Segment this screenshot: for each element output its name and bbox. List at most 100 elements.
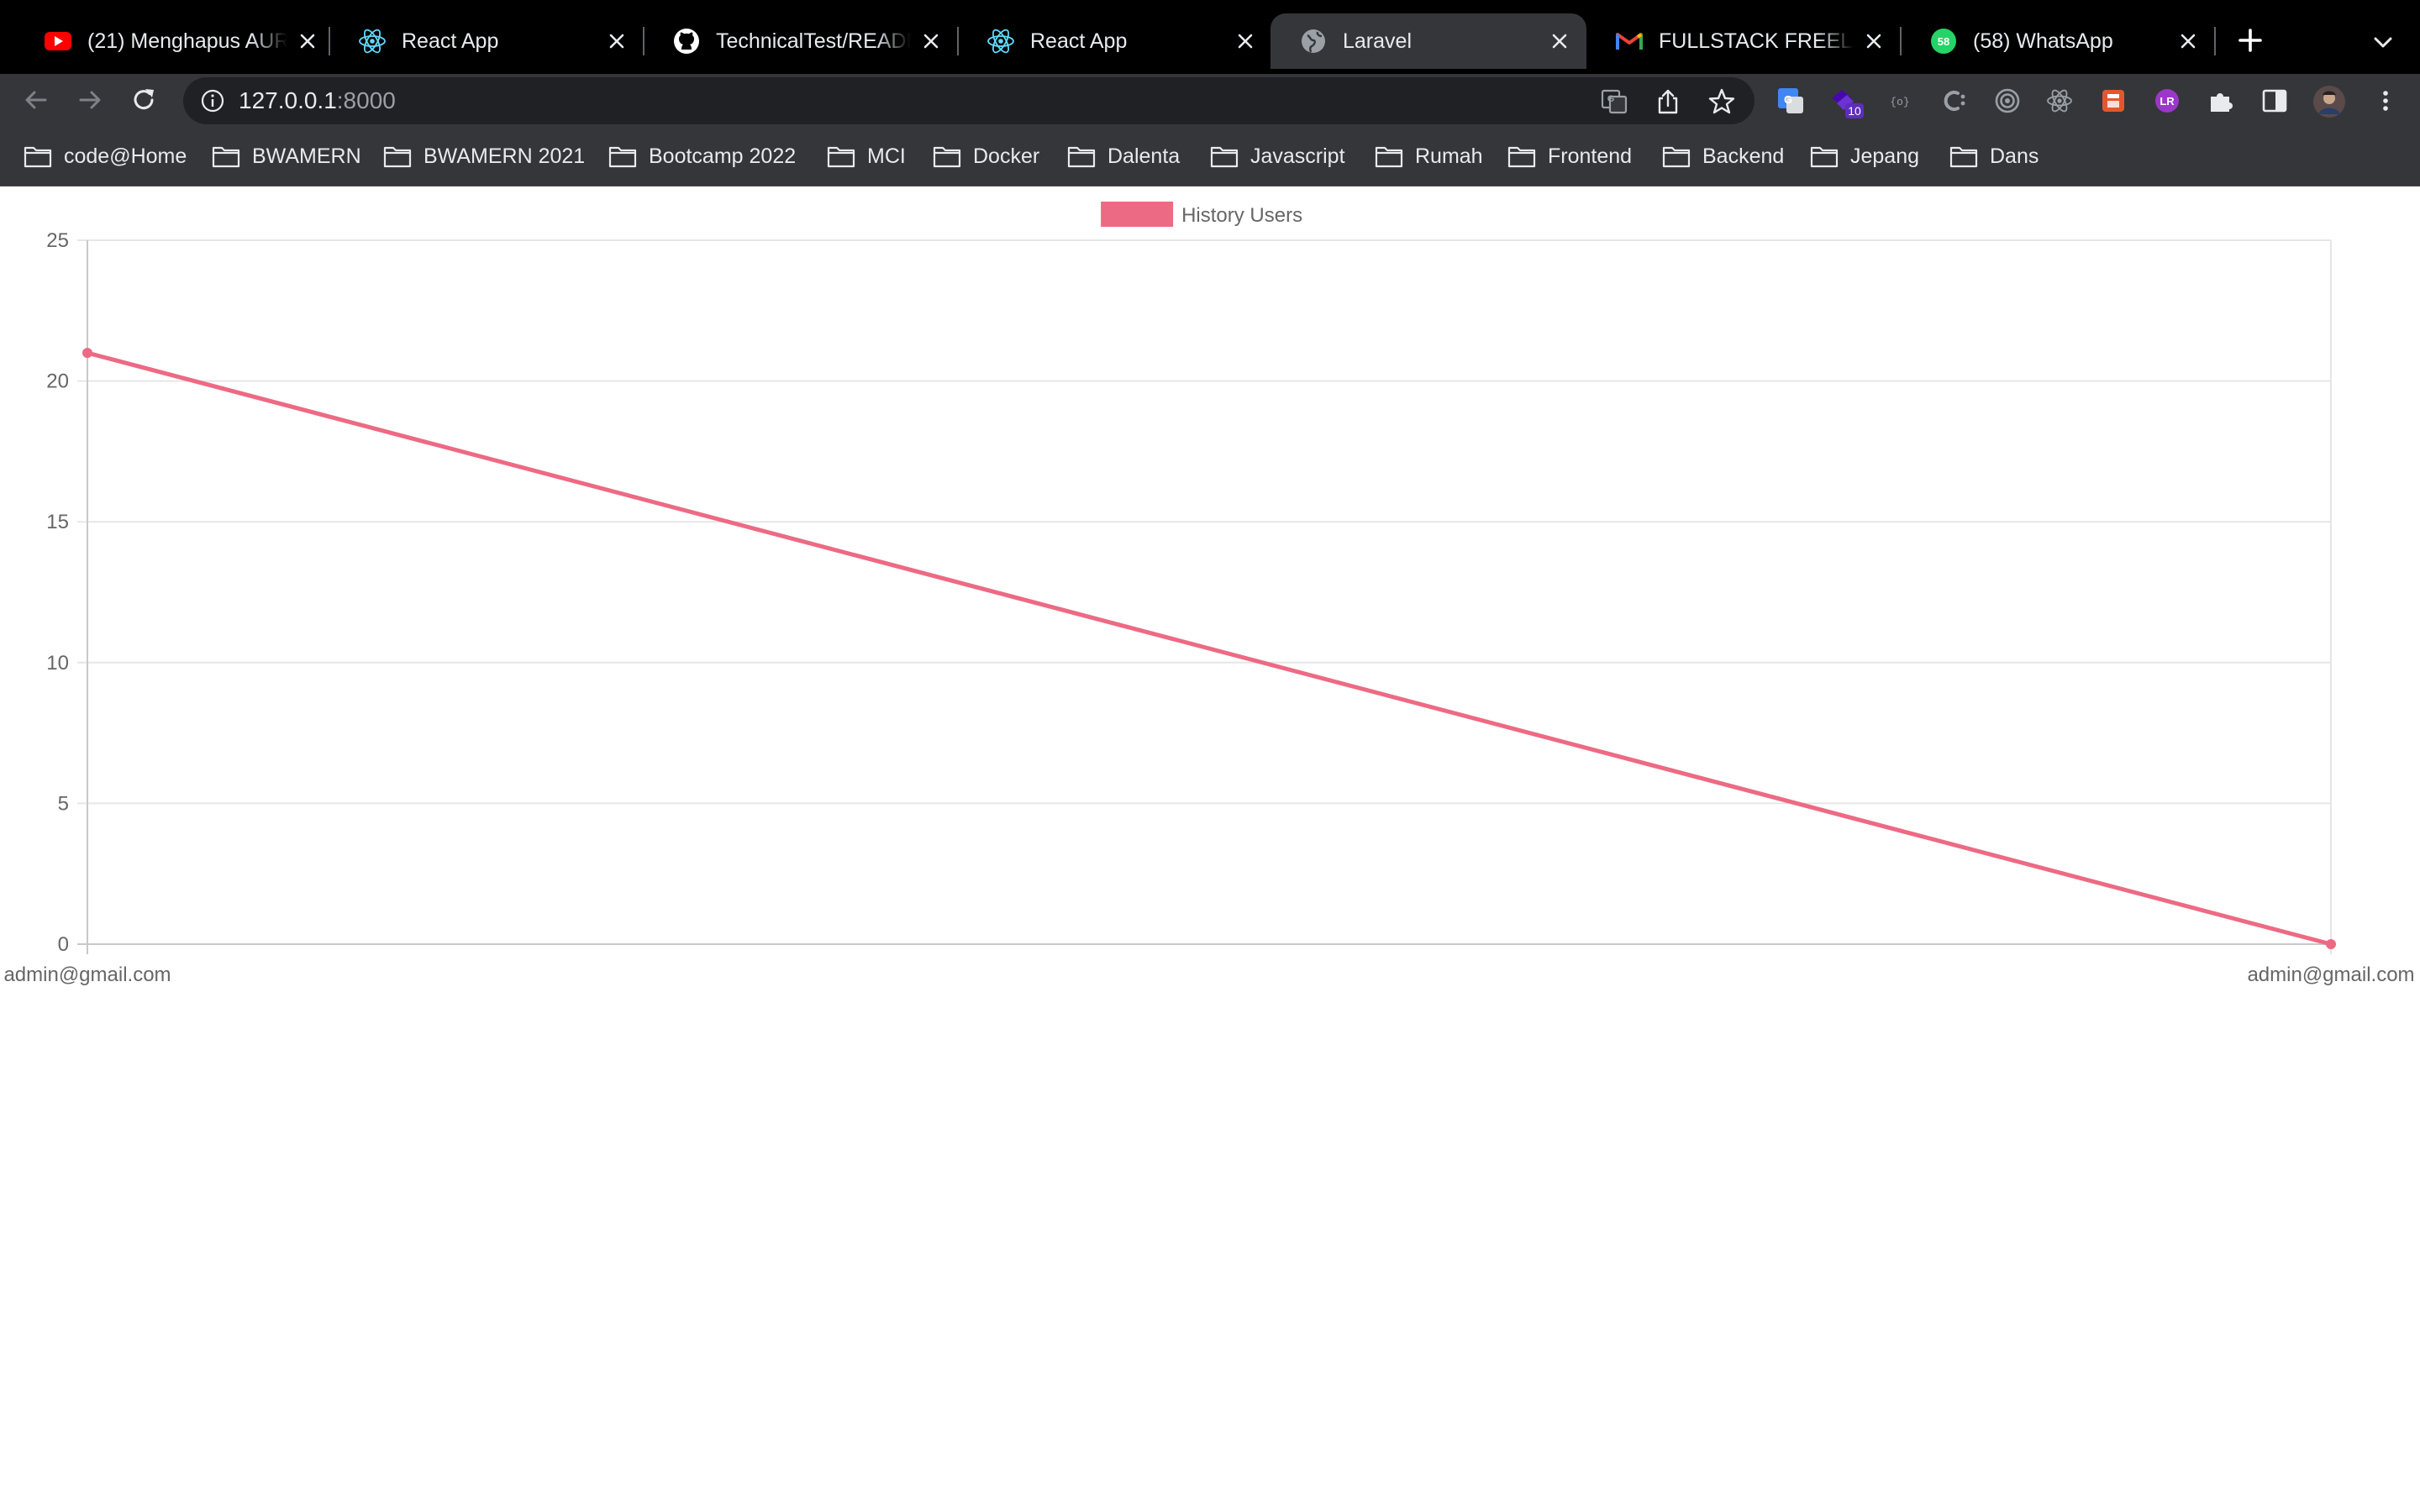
extension-badge: 10 (1848, 104, 1861, 118)
react-devtools-icon[interactable] (2045, 87, 2074, 115)
chart-grid (77, 239, 2332, 954)
share-icon[interactable] (1654, 87, 1682, 116)
bookmark-folder[interactable]: Dalenta (1067, 141, 1180, 171)
bookmark-folder[interactable]: Javascript (1210, 141, 1345, 171)
tab-react-app[interactable]: React App (329, 13, 644, 69)
folder-icon (1210, 146, 1239, 168)
bookmark-folder[interactable]: Docker (933, 141, 1039, 171)
y-tick-label: 25 (46, 229, 69, 252)
chart-legend[interactable]: History Users (1101, 202, 1302, 227)
bookmark-label: Frontend (1548, 144, 1633, 168)
purple-lr-extension-icon[interactable]: LR (2153, 87, 2181, 115)
bookmark-folder[interactable]: Rumah (1375, 141, 1483, 171)
bookmark-label: BWAMERN 2021 (424, 144, 586, 168)
bookmark-label: MCI (867, 144, 906, 168)
new-tab-plus-icon[interactable] (2235, 25, 2265, 55)
youtube-icon (45, 32, 71, 50)
bookmark-label: Dans (1990, 144, 2039, 168)
tab-title: TechnicalTest/README (716, 29, 911, 53)
url-text[interactable]: 127.0.0.1:8000 (239, 77, 396, 124)
svg-text:G: G (1784, 93, 1792, 106)
folder-icon (827, 146, 855, 168)
translate-icon[interactable]: G (1600, 87, 1628, 116)
tab-title: (21) Menghapus AURA (87, 29, 287, 53)
bookmark-folder[interactable]: Backend (1662, 141, 1784, 171)
tab-title: React App (402, 29, 499, 53)
wappalyzer-extension-icon[interactable]: 10 (1828, 87, 1865, 120)
reload-icon[interactable] (128, 84, 160, 116)
bookmark-label: Bootcamp 2022 (649, 144, 797, 168)
folder-icon (24, 146, 52, 168)
folder-icon (1375, 146, 1403, 168)
close-icon[interactable] (605, 29, 629, 53)
css-peeper-icon[interactable] (1939, 87, 1968, 115)
bookmark-folder[interactable]: Jepang (1810, 141, 1919, 171)
globe-icon (1302, 29, 1325, 53)
avatar[interactable] (2312, 85, 2346, 118)
side-panel-icon[interactable] (2260, 87, 2289, 115)
forward-arrow-icon[interactable] (74, 84, 106, 116)
tab-react-app[interactable]: React App (958, 13, 1272, 69)
kebab-menu-icon[interactable] (2371, 87, 2400, 115)
tab-laravel-active[interactable]: Laravel (1270, 13, 1586, 69)
bookmark-label: BWAMERN (252, 144, 361, 168)
red-extension-icon[interactable] (2099, 87, 2128, 115)
target-icon[interactable] (1993, 87, 2022, 115)
bookmark-folder[interactable]: Frontend (1507, 141, 1632, 171)
close-icon[interactable] (2176, 29, 2200, 53)
tab-gmail[interactable]: FULLSTACK FREELANCE (1586, 13, 1901, 69)
address-bar[interactable]: 127.0.0.1:8000 G (183, 77, 1754, 124)
back-arrow-icon[interactable] (20, 84, 52, 116)
google-translate-extension-icon[interactable]: G (1776, 87, 1805, 115)
bookmark-folder[interactable]: Bootcamp 2022 (608, 141, 796, 171)
tab-title: React App (1030, 29, 1128, 53)
tab-strip: (21) Menghapus AURA React App TechnicalT… (0, 0, 2420, 74)
close-icon[interactable] (1862, 29, 1886, 53)
url-host: 127.0.0.1 (239, 87, 337, 113)
tab-title: (58) WhatsApp (1973, 29, 2113, 53)
y-axis-ticks: 0 5 10 15 20 25 (46, 229, 69, 956)
folder-icon (212, 146, 240, 168)
extensions-puzzle-icon[interactable] (2207, 87, 2235, 115)
legend-label: History Users (1181, 204, 1302, 227)
react-icon (359, 29, 386, 54)
x-tick-label: admin@gmail.com (3, 963, 171, 986)
bookmark-folder[interactable]: BWAMERN 2021 (383, 141, 585, 171)
info-icon[interactable] (200, 88, 225, 113)
y-tick-label: 0 (58, 933, 69, 956)
folder-icon (608, 146, 637, 168)
chevron-down-icon[interactable] (2370, 29, 2396, 55)
y-tick-label: 20 (46, 370, 69, 393)
url-port: :8000 (336, 87, 396, 113)
whatsapp-badge: 58 (1938, 35, 1949, 48)
data-point (2326, 939, 2336, 949)
close-icon[interactable] (296, 29, 319, 53)
whatsapp-icon: 58 (1931, 29, 1956, 54)
bookmark-folder[interactable]: MCI (827, 141, 906, 171)
bookmark-folder[interactable]: Dans (1949, 141, 2039, 171)
data-point (82, 348, 92, 359)
tab-github-readme[interactable]: TechnicalTest/README (644, 13, 958, 69)
close-icon[interactable] (1234, 29, 1257, 53)
tab-youtube[interactable]: (21) Menghapus AURA (15, 13, 334, 69)
svg-text:G: G (1607, 94, 1615, 104)
bookmark-folder[interactable]: BWAMERN (212, 141, 361, 171)
toolbar: 127.0.0.1:8000 G G 10 {o} LR (0, 74, 2420, 126)
bookmark-label: Backend (1702, 144, 1785, 168)
folder-icon (1949, 146, 1978, 168)
tab-whatsapp[interactable]: 58 (58) WhatsApp (1901, 13, 2215, 69)
legend-swatch (1101, 202, 1174, 227)
json-formatter-icon[interactable]: {o} (1886, 87, 1914, 115)
close-icon[interactable] (1548, 29, 1571, 53)
close-icon[interactable] (919, 29, 943, 53)
bookmark-folder[interactable]: code@Home (24, 141, 187, 171)
bookmark-star-icon[interactable] (1707, 87, 1736, 116)
bookmark-label: Rumah (1415, 144, 1483, 168)
bookmark-label: Docker (973, 144, 1040, 168)
bookmarks-bar: code@Home BWAMERN BWAMERN 2021 Bootcamp … (0, 126, 2420, 186)
bookmark-label: Jepang (1850, 144, 1920, 168)
y-tick-label: 5 (58, 792, 69, 815)
x-axis-ticks: admin@gmail.com admin@gmail.com (3, 963, 2414, 986)
folder-icon (933, 146, 961, 168)
y-tick-label: 10 (46, 652, 69, 675)
